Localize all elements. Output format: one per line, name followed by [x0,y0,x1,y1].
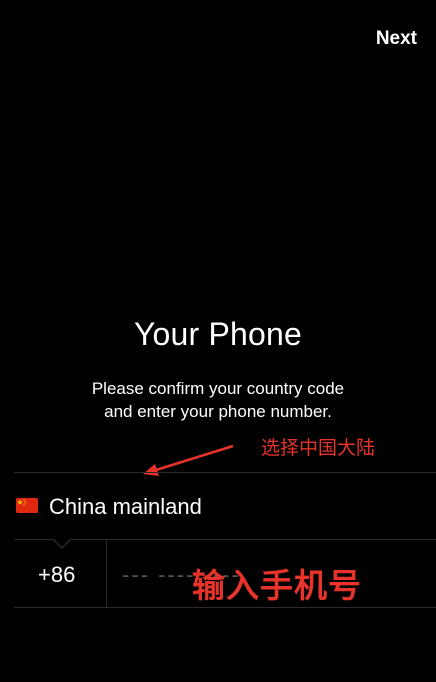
country-selector[interactable]: China mainland [14,473,436,539]
phone-login-screen: Next Your Phone Please confirm your coun… [0,0,436,682]
page-title: Your Phone [133,316,303,352]
country-code-field[interactable]: +86 [38,562,75,588]
page-subtitle: Please confirm your country code and ent… [0,377,436,423]
divider-bottom [14,607,436,608]
code-separator [106,539,107,607]
selector-notch-inner [53,538,71,547]
annotation-select-country: 选择中国大陆 [261,438,376,459]
country-name: China mainland [49,494,202,519]
subtitle-line-1: Please confirm your country code [91,379,345,398]
subtitle-line-2: and enter your phone number. [104,402,332,421]
annotation-enter-phone: 输入手机号 [192,567,362,604]
china-flag-icon [16,498,38,513]
next-button[interactable]: Next [376,28,417,50]
